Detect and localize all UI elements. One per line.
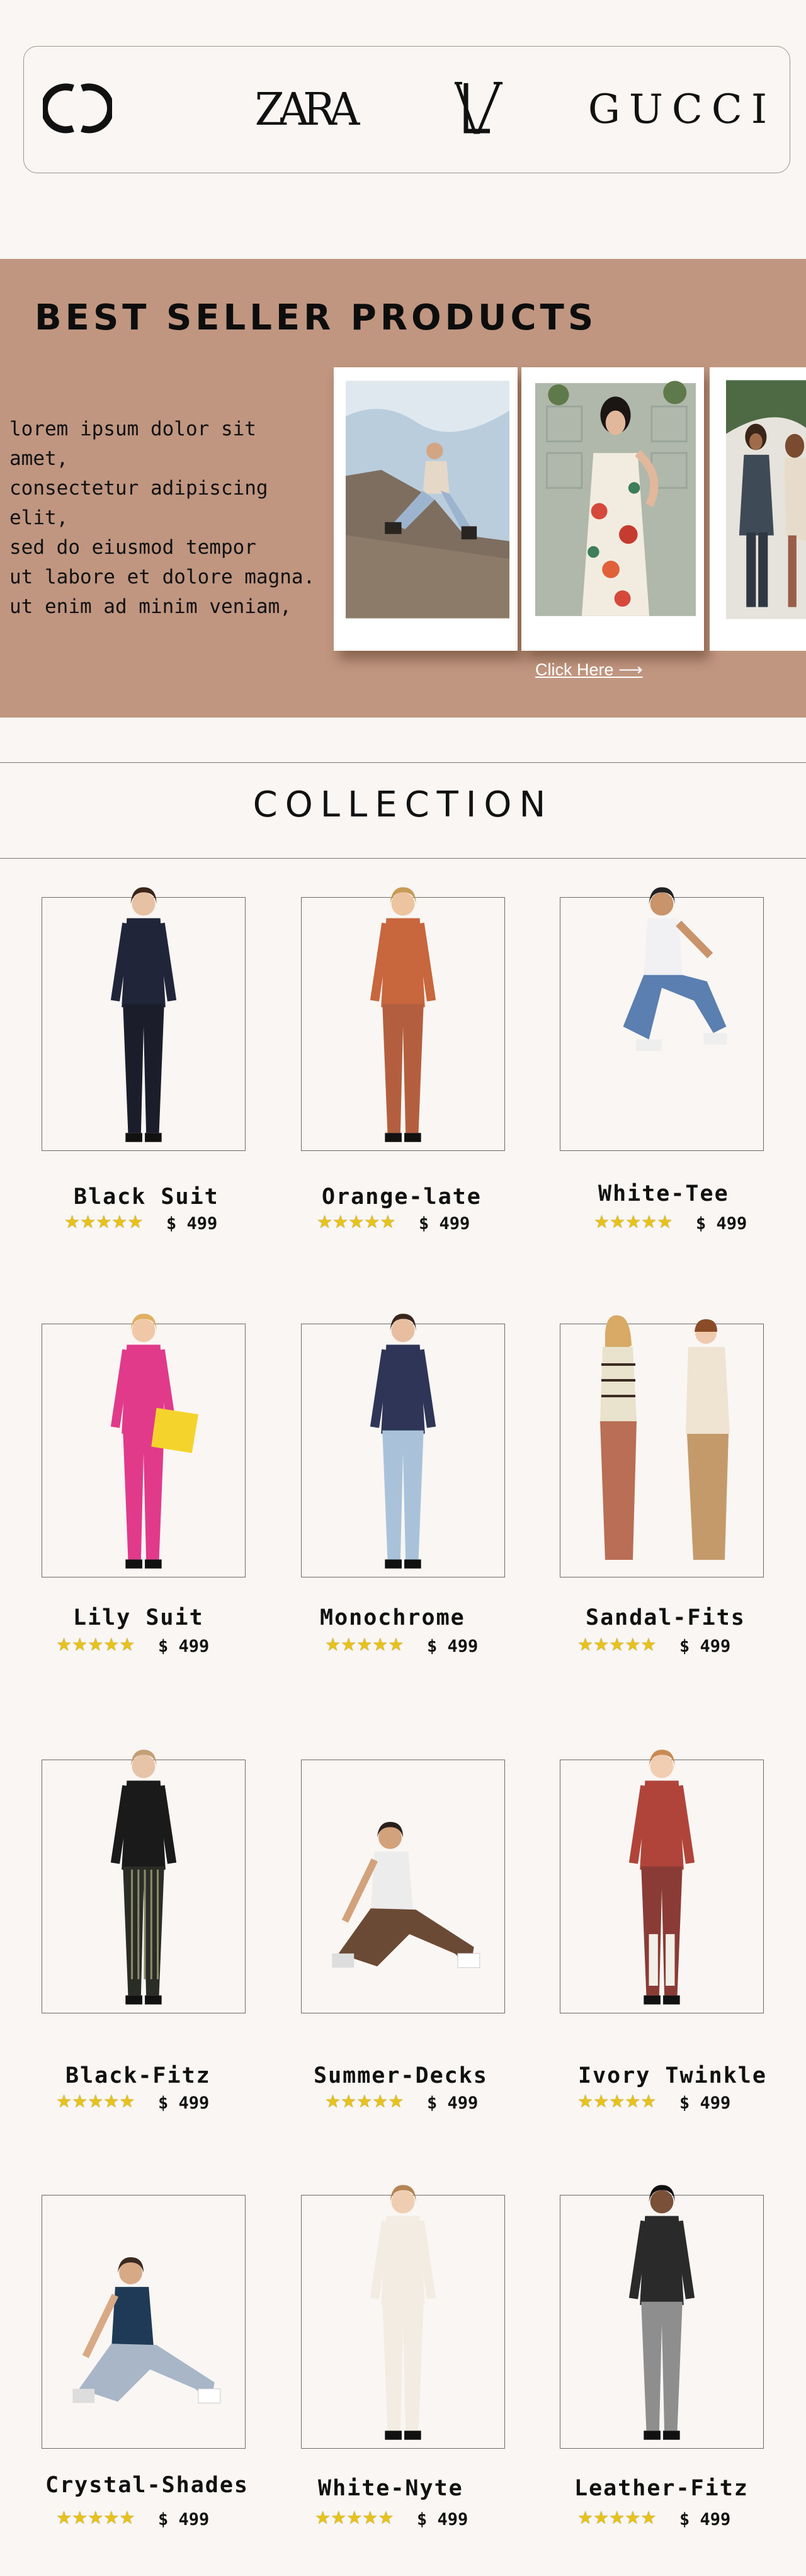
gucci-logo[interactable]: GUCCI xyxy=(584,84,780,135)
product-name[interactable]: Leather-Fitz xyxy=(574,2476,749,2501)
best-seller-card[interactable] xyxy=(334,367,518,651)
product-price: $ 499 xyxy=(166,1214,218,1234)
rating-stars-icon: ★★★★★ xyxy=(56,2091,135,2112)
product-model-image xyxy=(586,878,737,1152)
rating-stars-icon: ★★★★★ xyxy=(56,2507,135,2528)
hero-text-line: lorem ipsum dolor sit amet, xyxy=(9,418,256,470)
rating-stars-icon: ★★★★★ xyxy=(577,2091,657,2112)
rating-stars-icon: ★★★★★ xyxy=(594,1211,673,1232)
product-name[interactable]: Black-Fitz xyxy=(65,2063,211,2088)
product-model-image xyxy=(334,2176,472,2449)
product-model-image xyxy=(593,2176,731,2449)
product-name[interactable]: Crystal-Shades xyxy=(45,2473,249,2498)
product-name[interactable]: Sandal-Fits xyxy=(586,1605,746,1630)
product-price: $ 499 xyxy=(158,2510,210,2529)
product-photo xyxy=(346,381,509,619)
product-model-image xyxy=(74,1305,213,1578)
product-name[interactable]: Black Suit xyxy=(74,1184,219,1210)
product-price: $ 499 xyxy=(679,2093,731,2113)
product-price: $ 499 xyxy=(679,2510,731,2529)
louis-vuitton-logo-icon[interactable] xyxy=(453,79,504,136)
product-name[interactable]: Ivory Twinkle xyxy=(578,2063,767,2088)
collection-header: COLLECTION xyxy=(0,762,806,859)
product-name[interactable]: White-Nyte xyxy=(318,2476,463,2501)
hero-text-line: ut labore et dolore magna. xyxy=(9,566,315,588)
product-price: $ 499 xyxy=(427,2093,479,2113)
rating-stars-icon: ★★★★★ xyxy=(56,1634,135,1655)
product-name[interactable]: Orange-late xyxy=(322,1184,482,1210)
chanel-logo-icon[interactable] xyxy=(43,77,112,140)
product-model-image xyxy=(567,1305,756,1578)
hero-text-line: sed do eiusmod tempor xyxy=(9,536,256,559)
product-price: $ 499 xyxy=(427,1637,479,1656)
product-price: $ 499 xyxy=(158,2093,210,2113)
brand-logo-bar: ZARA GUCCI xyxy=(23,46,790,173)
best-seller-card[interactable] xyxy=(521,367,704,651)
rating-stars-icon: ★★★★★ xyxy=(64,1211,144,1232)
zara-logo[interactable]: ZARA xyxy=(232,83,377,136)
rating-stars-icon: ★★★★★ xyxy=(315,2507,394,2528)
product-model-image xyxy=(49,2176,238,2449)
product-model-image xyxy=(334,878,472,1152)
best-seller-title: BEST SELLER PRODUCTS xyxy=(35,297,598,338)
product-name[interactable]: Summer-Decks xyxy=(314,2063,488,2088)
product-photo xyxy=(726,380,806,619)
product-model-image xyxy=(74,878,213,1152)
product-model-image xyxy=(309,1741,497,2014)
product-price: $ 499 xyxy=(417,2510,468,2529)
product-name[interactable]: White-Tee xyxy=(598,1181,729,1206)
best-seller-section: BEST SELLER PRODUCTS lorem ipsum dolor s… xyxy=(0,259,806,718)
product-name[interactable]: Monochrome xyxy=(320,1605,465,1630)
hero-text-line: consectetur adipiscing elit, xyxy=(9,477,268,529)
product-price: $ 499 xyxy=(158,1637,210,1656)
best-seller-card[interactable] xyxy=(710,367,806,651)
product-model-image xyxy=(74,1741,213,2014)
product-photo xyxy=(535,381,696,616)
product-name[interactable]: Lily Suit xyxy=(73,1605,204,1630)
product-model-image xyxy=(593,1741,731,2014)
rating-stars-icon: ★★★★★ xyxy=(577,2507,657,2528)
hero-description: lorem ipsum dolor sit amet, consectetur … xyxy=(9,415,324,622)
collection-title: COLLECTION xyxy=(253,784,553,825)
product-price: $ 499 xyxy=(419,1214,470,1234)
rating-stars-icon: ★★★★★ xyxy=(577,1634,657,1655)
rating-stars-icon: ★★★★★ xyxy=(325,1634,404,1655)
rating-stars-icon: ★★★★★ xyxy=(317,1211,396,1232)
hero-text-line: ut enim ad minim veniam, xyxy=(9,595,292,618)
rating-stars-icon: ★★★★★ xyxy=(325,2091,404,2112)
click-here-link[interactable]: Click Here ⟶ xyxy=(535,660,643,680)
product-price: $ 499 xyxy=(679,1637,731,1656)
product-model-image xyxy=(334,1305,472,1578)
product-price: $ 499 xyxy=(696,1214,747,1234)
